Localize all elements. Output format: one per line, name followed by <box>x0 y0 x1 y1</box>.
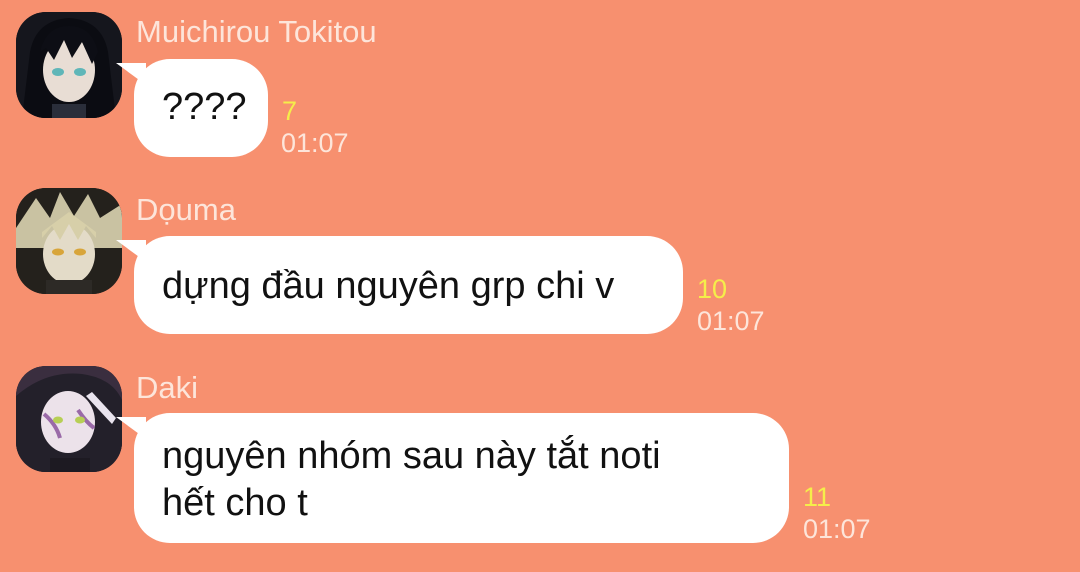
unread-count: 11 <box>803 482 832 512</box>
chat-message[interactable]: Daki nguyên nhóm sau này tắt noti hết ch… <box>0 0 1080 544</box>
timestamp: 01:07 <box>697 306 765 336</box>
douma-avatar[interactable] <box>16 188 122 294</box>
message-bubble[interactable]: nguyên nhóm sau này tắt noti hết cho t <box>134 413 789 543</box>
message-text-line: nguyên nhóm sau này tắt noti <box>162 435 661 477</box>
sender-name: Dọuma <box>136 192 236 227</box>
sender-name: Daki <box>136 370 199 405</box>
daki-avatar[interactable] <box>16 366 122 472</box>
timestamp: 01:07 <box>803 514 871 544</box>
message-bubble[interactable]: dựng đầu nguyên grp chi v <box>134 236 683 334</box>
message-text: dựng đầu nguyên grp chi v <box>162 265 615 307</box>
unread-count: 10 <box>697 274 728 304</box>
message-text-line: hết cho t <box>162 482 308 524</box>
